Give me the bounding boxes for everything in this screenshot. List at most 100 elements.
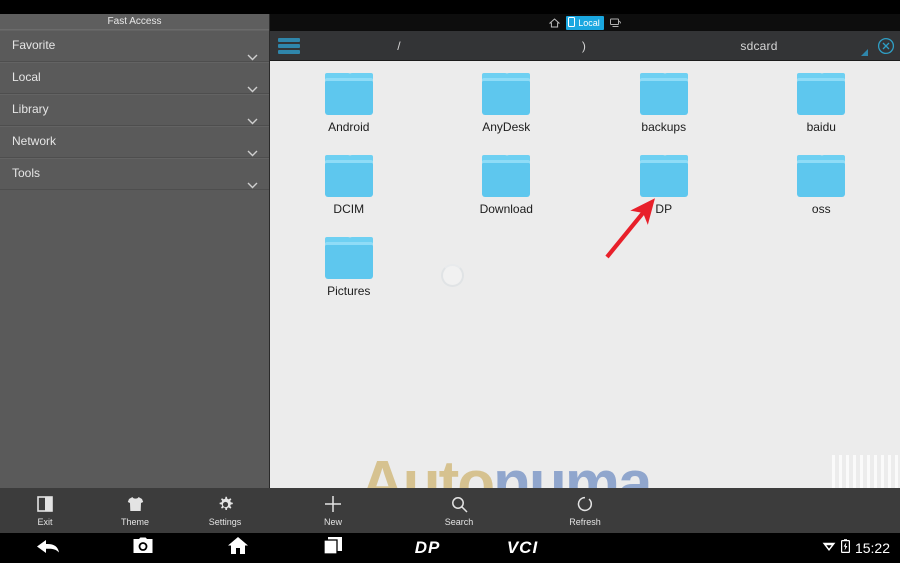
chevron-down-icon bbox=[247, 74, 258, 92]
android-navigation-bar: DP VCI 15:22 bbox=[0, 533, 900, 563]
phone-device-icon bbox=[568, 16, 576, 29]
close-circle-icon[interactable] bbox=[877, 37, 895, 55]
file-item[interactable]: baidu bbox=[743, 73, 900, 155]
fast-access-sidebar: Fast Access Favorite Local Library Netwo… bbox=[0, 14, 270, 488]
battery-charging-icon bbox=[840, 538, 850, 558]
sidebar-item-favorite[interactable]: Favorite bbox=[0, 30, 269, 62]
resize-handle-icon[interactable] bbox=[861, 49, 868, 56]
loading-spinner bbox=[441, 264, 464, 287]
gear-icon bbox=[217, 494, 234, 514]
exit-button-label: Exit bbox=[37, 517, 53, 527]
sidebar-item-tools[interactable]: Tools bbox=[0, 158, 269, 190]
hamburger-menu-icon[interactable] bbox=[278, 37, 300, 54]
new-button[interactable]: New bbox=[270, 488, 396, 533]
folder-icon bbox=[324, 73, 373, 115]
sidebar-item-network[interactable]: Network bbox=[0, 126, 269, 158]
file-item-label: oss bbox=[811, 202, 831, 216]
exit-button[interactable]: Exit bbox=[0, 488, 90, 533]
status-area: 15:22 bbox=[822, 538, 900, 558]
search-icon bbox=[451, 494, 468, 514]
camera-icon bbox=[132, 537, 154, 560]
folder-icon bbox=[482, 155, 531, 197]
home-icon[interactable] bbox=[549, 17, 561, 28]
file-item[interactable]: Download bbox=[428, 155, 586, 237]
sidebar-item-label: Network bbox=[12, 134, 57, 148]
sidebar-item-local[interactable]: Local bbox=[0, 62, 269, 94]
bottom-toolbar: Exit Theme Settings New Search Refresh bbox=[0, 488, 900, 533]
theme-button-label: Theme bbox=[120, 517, 149, 527]
toolbar-right-group: New Search Refresh bbox=[270, 488, 900, 533]
toolbar-left-group: Exit Theme Settings bbox=[0, 488, 270, 533]
clock-label: 15:22 bbox=[854, 540, 890, 556]
device-screen: Fast Access Favorite Local Library Netwo… bbox=[0, 0, 900, 563]
breadcrumb-item-root[interactable]: / bbox=[304, 39, 494, 53]
folder-icon bbox=[324, 237, 373, 279]
computer-network-icon[interactable] bbox=[609, 18, 621, 28]
file-item-label: backups bbox=[641, 120, 687, 134]
recent-apps-icon bbox=[322, 536, 343, 560]
back-button[interactable] bbox=[0, 537, 95, 560]
search-button-label: Search bbox=[444, 517, 474, 527]
file-grid: Android AnyDesk backups baidu DCIM Downl… bbox=[270, 61, 900, 319]
home-button[interactable] bbox=[190, 536, 285, 560]
refresh-button[interactable]: Refresh bbox=[522, 488, 648, 533]
file-item-label: baidu bbox=[806, 120, 836, 134]
file-item-label: DP bbox=[655, 202, 673, 216]
tab-local-label: Local bbox=[578, 17, 600, 28]
folder-icon bbox=[324, 155, 373, 197]
wifi-icon bbox=[822, 539, 836, 557]
refresh-icon bbox=[577, 494, 593, 514]
settings-button-label: Settings bbox=[208, 517, 242, 527]
file-item-label: DCIM bbox=[333, 202, 365, 216]
tab-local[interactable]: Local bbox=[566, 15, 604, 30]
theme-button[interactable]: Theme bbox=[90, 488, 180, 533]
chevron-down-icon bbox=[247, 170, 258, 188]
breadcrumb: / ) sdcard bbox=[304, 31, 900, 60]
exit-door-icon bbox=[37, 494, 53, 514]
chevron-down-icon bbox=[247, 106, 258, 124]
refresh-button-label: Refresh bbox=[569, 517, 601, 527]
vci-brand-button[interactable]: VCI bbox=[475, 538, 570, 558]
folder-icon bbox=[639, 155, 688, 197]
file-grid-area: Android AnyDesk backups baidu DCIM Downl… bbox=[270, 61, 900, 489]
camera-button[interactable] bbox=[95, 537, 190, 560]
breadcrumb-item-separator[interactable]: ) bbox=[494, 39, 674, 53]
folder-icon bbox=[797, 155, 846, 197]
folder-icon bbox=[639, 73, 688, 115]
sidebar-item-label: Tools bbox=[12, 166, 41, 180]
chevron-down-icon bbox=[247, 42, 258, 60]
top-black-strip bbox=[0, 0, 900, 14]
new-button-label: New bbox=[323, 517, 342, 527]
file-item-label: Android bbox=[328, 120, 370, 134]
file-item[interactable]: Pictures bbox=[270, 237, 428, 319]
recents-button[interactable] bbox=[285, 536, 380, 560]
vci-brand-label: VCI bbox=[506, 538, 539, 557]
storage-tabbar: Local bbox=[270, 14, 900, 31]
file-item[interactable]: Android bbox=[270, 73, 428, 155]
file-item[interactable]: oss bbox=[743, 155, 900, 237]
file-item[interactable]: backups bbox=[585, 73, 743, 155]
back-arrow-icon bbox=[35, 537, 61, 560]
folder-icon bbox=[797, 73, 846, 115]
file-item[interactable]: AnyDesk bbox=[428, 73, 586, 155]
file-item-label: AnyDesk bbox=[482, 120, 531, 134]
path-breadcrumb-bar: / ) sdcard bbox=[270, 31, 900, 61]
search-button[interactable]: Search bbox=[396, 488, 522, 533]
dp-brand-button[interactable]: DP bbox=[380, 538, 475, 558]
folder-icon bbox=[482, 73, 531, 115]
sidebar-item-library[interactable]: Library bbox=[0, 94, 269, 126]
sidebar-item-label: Favorite bbox=[12, 38, 56, 52]
file-item-dp[interactable]: DP bbox=[585, 155, 743, 237]
breadcrumb-item-sdcard[interactable]: sdcard bbox=[674, 39, 844, 53]
chevron-down-icon bbox=[247, 138, 258, 156]
file-item-label: Pictures bbox=[327, 284, 371, 298]
file-manager-panel: Local / ) sdcard Android AnyDesk backups… bbox=[270, 14, 900, 489]
sidebar-item-label: Local bbox=[12, 70, 41, 84]
dp-brand-label: DP bbox=[414, 538, 441, 557]
home-icon bbox=[227, 536, 249, 560]
file-item[interactable]: DCIM bbox=[270, 155, 428, 237]
sidebar-title: Fast Access bbox=[0, 14, 269, 30]
settings-button[interactable]: Settings bbox=[180, 488, 270, 533]
